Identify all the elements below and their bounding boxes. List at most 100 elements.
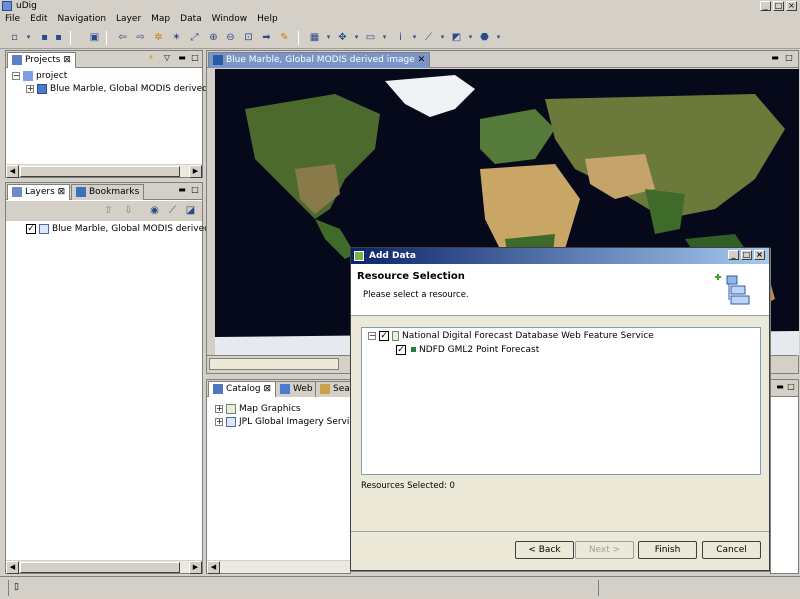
minimize-view-icon[interactable]: ▬ xyxy=(775,383,785,392)
view-menu-icon[interactable]: ▽ xyxy=(162,54,172,63)
tree-resource[interactable]: ✓ NDFD GML2 Point Forecast xyxy=(396,344,539,356)
tree-project[interactable]: − project xyxy=(12,70,67,82)
geometry-dropdown-icon[interactable]: ▾ xyxy=(492,31,505,44)
move-down-icon[interactable]: ⇩ xyxy=(122,204,135,217)
save-icon[interactable]: ▪ xyxy=(38,31,51,44)
catalog-item[interactable]: + JPL Global Imagery Service xyxy=(215,416,360,428)
map-tool-dropdown-icon[interactable]: ▾ xyxy=(322,31,335,44)
style-icon[interactable]: ⟋ xyxy=(166,204,179,217)
refresh-layer-icon[interactable]: ◉ xyxy=(148,204,161,217)
menu-edit[interactable]: Edit xyxy=(25,12,52,27)
tab-web[interactable]: Web xyxy=(275,381,318,397)
zoom-extent-icon[interactable]: ⤢ xyxy=(188,31,201,44)
collapse-icon[interactable]: − xyxy=(12,71,20,80)
scroll-thumb[interactable] xyxy=(20,166,180,177)
menu-map[interactable]: Map xyxy=(146,12,175,27)
link-icon[interactable]: ⚡ xyxy=(146,54,156,63)
zoom-layer-icon[interactable]: ⊡ xyxy=(242,31,255,44)
minimize-button[interactable]: _ xyxy=(760,1,771,11)
projects-hscrollbar[interactable]: ◀ ▶ xyxy=(6,164,202,178)
tab-projects[interactable]: Projects ⊠ xyxy=(7,52,76,68)
cancel-button[interactable]: Cancel xyxy=(702,541,761,559)
catalog-item[interactable]: + Map Graphics xyxy=(215,403,301,415)
print-icon[interactable]: ▣ xyxy=(88,31,101,44)
layer-visibility-checkbox[interactable]: ✓ xyxy=(26,223,36,234)
pan-icon[interactable]: ✥ xyxy=(336,31,349,44)
tab-bookmarks[interactable]: Bookmarks xyxy=(71,184,145,200)
layer-props-icon[interactable]: ◪ xyxy=(184,204,197,217)
measure-icon[interactable]: ⟋ xyxy=(422,31,435,44)
stop-icon[interactable]: ✶ xyxy=(170,31,183,44)
info-icon[interactable]: i xyxy=(394,31,407,44)
menu-file[interactable]: File xyxy=(0,12,25,27)
layer-row[interactable]: ✓ Blue Marble, Global MODIS derived imag xyxy=(26,223,235,235)
menu-layer[interactable]: Layer xyxy=(111,12,146,27)
map-tool-icon[interactable]: ▦ xyxy=(308,31,321,44)
close-button[interactable]: × xyxy=(786,1,797,11)
scroll-left-button[interactable]: ◀ xyxy=(6,561,19,574)
scroll-left-button[interactable]: ◀ xyxy=(6,165,19,178)
minimize-view-icon[interactable]: ▬ xyxy=(177,186,187,195)
maximize-view-icon[interactable]: □ xyxy=(784,54,794,63)
refresh-icon[interactable]: ✲ xyxy=(152,31,165,44)
resource-tree[interactable]: − ✓ National Digital Forecast Database Web… xyxy=(361,327,761,475)
finish-button[interactable]: Finish xyxy=(638,541,697,559)
collapse-icon[interactable]: − xyxy=(368,331,376,340)
measure-dropdown-icon[interactable]: ▾ xyxy=(436,31,449,44)
scroll-right-button[interactable]: ▶ xyxy=(189,561,202,574)
save-all-icon[interactable]: ▪ xyxy=(52,31,65,44)
maximize-button[interactable]: □ xyxy=(773,1,784,11)
pan-dropdown-icon[interactable]: ▾ xyxy=(350,31,363,44)
info-dropdown-icon[interactable]: ▾ xyxy=(408,31,421,44)
catalog-hscrollbar[interactable]: ◀ xyxy=(207,560,350,574)
feature-edit-icon[interactable]: ◩ xyxy=(450,31,463,44)
tree-service[interactable]: − ✓ National Digital Forecast Database Web… xyxy=(368,330,654,342)
new-dropdown-icon[interactable]: ▾ xyxy=(22,31,35,44)
expand-icon[interactable]: + xyxy=(215,404,223,413)
forward-icon[interactable]: ⇨ xyxy=(134,31,147,44)
maximize-view-icon[interactable]: □ xyxy=(190,186,200,195)
close-tab-icon[interactable]: ⊠ xyxy=(58,187,66,197)
zoom-out-icon[interactable]: ⊖ xyxy=(224,31,237,44)
back-button[interactable]: < Back xyxy=(515,541,574,559)
tab-catalog[interactable]: Catalog ⊠ xyxy=(208,381,276,397)
tree-map[interactable]: + Blue Marble, Global MODIS derived ima xyxy=(26,83,227,95)
scroll-right-button[interactable]: ▶ xyxy=(189,165,202,178)
next-button[interactable]: Next > xyxy=(575,541,634,559)
move-up-icon[interactable]: ⇧ xyxy=(102,204,115,217)
expand-icon[interactable]: + xyxy=(26,84,34,93)
menu-navigation[interactable]: Navigation xyxy=(53,12,112,27)
tab-map[interactable]: Blue Marble, Global MODIS derived image … xyxy=(208,52,431,68)
maximize-view-icon[interactable]: □ xyxy=(190,54,200,63)
dialog-close-button[interactable]: × xyxy=(754,250,765,260)
service-checkbox[interactable]: ✓ xyxy=(379,330,389,341)
layers-hscrollbar[interactable]: ◀ ▶ xyxy=(6,560,202,574)
menu-window[interactable]: Window xyxy=(207,12,253,27)
tab-layers[interactable]: Layers ⊠ xyxy=(7,184,71,200)
edit-icon[interactable]: ✎ xyxy=(278,31,291,44)
next-view-icon[interactable]: ➡ xyxy=(260,31,273,44)
select-dropdown-icon[interactable]: ▾ xyxy=(378,31,391,44)
menu-help[interactable]: Help xyxy=(252,12,283,27)
feature-edit-dropdown-icon[interactable]: ▾ xyxy=(464,31,477,44)
expand-icon[interactable]: + xyxy=(215,417,223,426)
close-tab-icon[interactable]: ⊠ xyxy=(63,55,71,65)
back-icon[interactable]: ⇦ xyxy=(116,31,129,44)
minimize-view-icon[interactable]: ▬ xyxy=(177,54,187,63)
map-scale-field xyxy=(209,358,339,370)
minimize-view-icon[interactable]: ▬ xyxy=(770,54,780,63)
select-box-icon[interactable]: ▭ xyxy=(364,31,377,44)
geometry-tool-icon[interactable]: ⬣ xyxy=(478,31,491,44)
close-tab-icon[interactable]: ⊠ xyxy=(263,384,271,394)
zoom-in-icon[interactable]: ⊕ xyxy=(207,31,220,44)
dialog-minimize-button[interactable]: _ xyxy=(728,250,739,260)
close-tab-icon[interactable]: ✕ xyxy=(418,55,426,65)
new-icon[interactable]: ▫ xyxy=(8,31,21,44)
menu-data[interactable]: Data xyxy=(175,12,207,27)
scroll-thumb[interactable] xyxy=(20,562,180,573)
maximize-view-icon[interactable]: □ xyxy=(786,383,796,392)
scroll-left-button[interactable]: ◀ xyxy=(207,561,220,574)
fast-view-icon[interactable]: ▯ xyxy=(14,582,24,592)
resource-checkbox[interactable]: ✓ xyxy=(396,344,406,355)
dialog-maximize-button[interactable]: □ xyxy=(741,250,752,260)
